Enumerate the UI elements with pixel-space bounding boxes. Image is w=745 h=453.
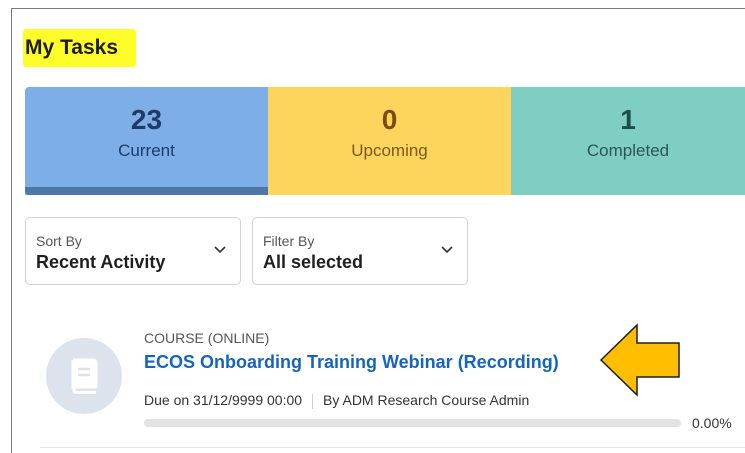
tab-current-count: 23: [130, 104, 163, 135]
course-author: By ADM Research Course Admin: [323, 392, 530, 408]
list-divider: [40, 447, 745, 448]
progress-percent: 0.00%: [692, 415, 732, 431]
tab-completed-label: Completed: [586, 141, 670, 160]
course-title-link[interactable]: ECOS Onboarding Training Webinar (Record…: [144, 352, 559, 373]
filter-by-label: Filter By: [263, 233, 315, 249]
tab-current[interactable]: 23 Current: [25, 87, 268, 195]
course-thumbnail: [46, 338, 122, 414]
tab-upcoming-count: 0: [381, 104, 398, 135]
filter-by-dropdown[interactable]: Filter By All selected: [252, 217, 468, 285]
arrow-left-icon: [599, 323, 680, 397]
page-title: My Tasks: [23, 29, 136, 67]
filter-by-value: All selected: [263, 252, 364, 272]
course-type: COURSE (ONLINE): [144, 330, 270, 346]
sort-by-label: Sort By: [36, 233, 82, 249]
tab-current-label: Current: [118, 141, 175, 160]
chevron-down-icon: [441, 246, 453, 254]
sort-by-dropdown[interactable]: Sort By Recent Activity: [25, 217, 241, 285]
book-icon: [71, 358, 98, 394]
tab-upcoming[interactable]: 0 Upcoming: [268, 87, 511, 195]
tab-completed-count: 1: [620, 104, 636, 135]
sort-by-value: Recent Activity: [36, 252, 166, 272]
meta-divider: [312, 393, 314, 409]
due-date: Due on 31/12/9999 00:00: [144, 392, 303, 408]
chevron-down-icon: [214, 246, 226, 254]
tab-completed[interactable]: 1 Completed: [511, 87, 745, 195]
tab-upcoming-label: Upcoming: [351, 141, 428, 160]
course-meta: Due on 31/12/9999 00:00 By ADM Research C…: [144, 392, 529, 409]
task-status-tabs: 23 Current 0 Upcoming 1 Completed: [25, 87, 745, 195]
progress-bar: [144, 419, 681, 427]
